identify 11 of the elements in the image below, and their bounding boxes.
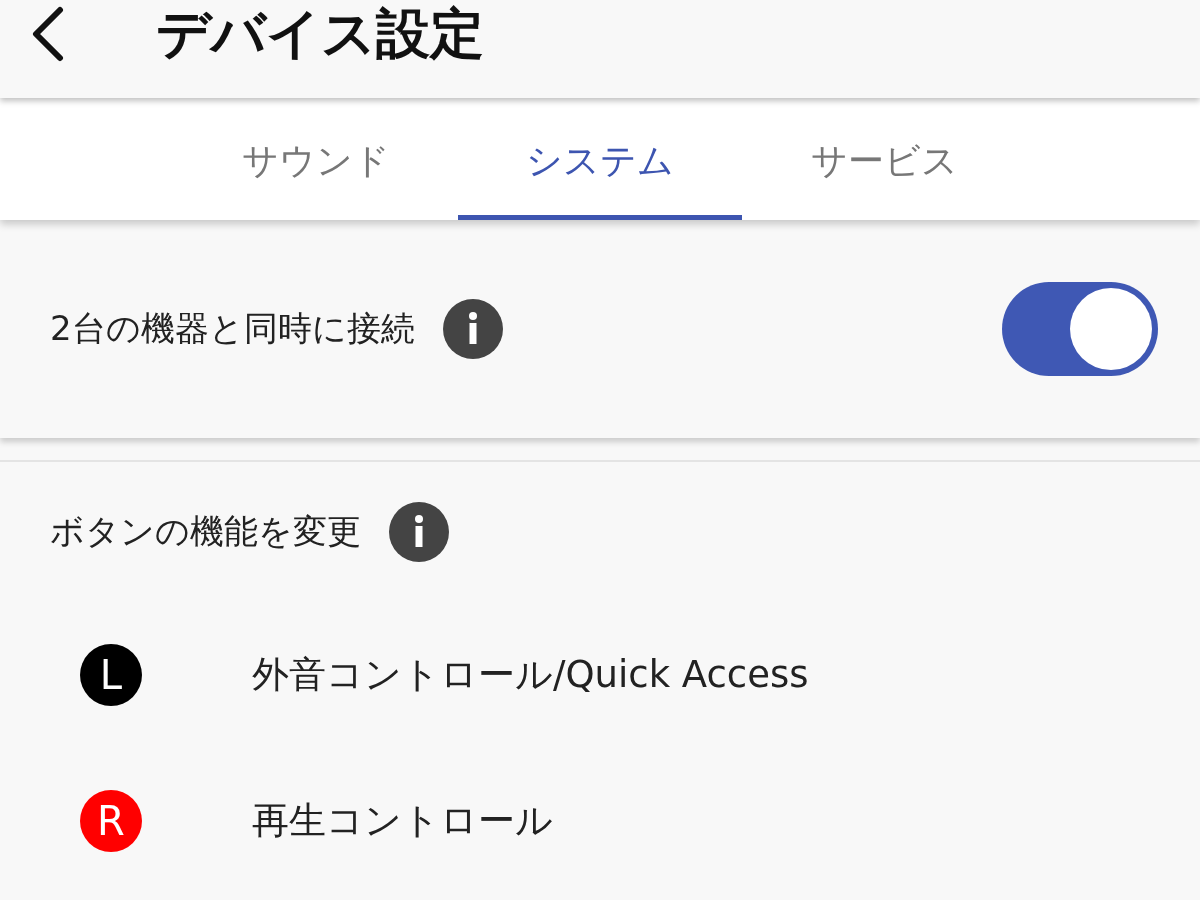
page-title: デバイス設定 (156, 0, 484, 67)
list-item[interactable]: 再生コントロール (252, 796, 553, 846)
tab[interactable]: サービス (742, 98, 1026, 220)
list-item[interactable]: 外音コントロール/Quick Access (252, 650, 809, 700)
info-icon[interactable] (442, 299, 503, 359)
tab[interactable]: サウンド (174, 98, 458, 220)
side-badge: L (80, 644, 142, 706)
setting-label: 2台の機器と同時に接続 (50, 307, 415, 350)
side-badge: R (80, 790, 142, 852)
info-icon[interactable] (389, 502, 449, 562)
section-title: ボタンの機能を変更 (50, 510, 361, 553)
